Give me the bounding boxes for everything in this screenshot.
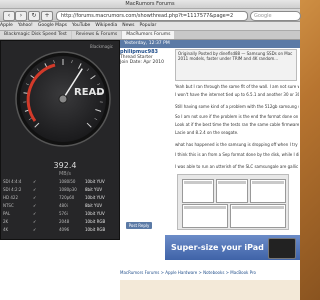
read-speed-value: 392.4	[53, 161, 77, 170]
format-cell: NTSC	[3, 203, 14, 208]
bookmark-item[interactable]: Google Maps	[38, 23, 67, 28]
format-cell: 10bit YUV	[85, 211, 105, 216]
format-cell: 8bit YUV	[85, 187, 103, 192]
reload-button[interactable]: ↻	[28, 11, 40, 21]
format-cell: 10bit YUV	[85, 179, 105, 184]
check-icon: ✓	[33, 187, 37, 192]
format-cell: 2048	[59, 219, 70, 224]
gauge-svg	[15, 51, 111, 147]
check-icon: ✓	[33, 211, 37, 216]
format-row: 4K ✓ 4096 10bit RGB	[3, 227, 119, 233]
format-cell: 720p60	[59, 195, 75, 200]
post-author: philipmuc983 Thread Starter Join Date: A…	[120, 49, 170, 89]
post-text-line: Still having some kind of a problem with…	[175, 104, 299, 109]
post-text-line: Yeah but I ran through the same fit of t…	[175, 84, 299, 89]
browser-tab[interactable]: Reviews & Forums	[71, 31, 122, 39]
post-text-line: what has happened is the samsung is drop…	[175, 142, 299, 147]
read-speed-unit: MB/s	[58, 171, 72, 177]
attachment-thumbnail[interactable]	[182, 179, 214, 203]
quote-block: Originally Posted by dineflsd88 — Samsun…	[175, 49, 297, 81]
format-cell: HD 422	[3, 195, 18, 200]
bookmark-item[interactable]: Yahoo!	[18, 23, 33, 28]
check-icon: ✓	[33, 203, 37, 208]
format-cell: 10bit RGB	[85, 227, 106, 232]
format-cell: SDI 4:2:2	[3, 187, 22, 192]
check-icon: ✓	[33, 219, 37, 224]
gauge-label: READ	[74, 87, 105, 98]
ipad-image-icon	[268, 238, 296, 259]
browser-tab[interactable]: MacRumors Forums	[122, 31, 175, 39]
attached-screenshots[interactable]	[177, 174, 289, 230]
join-date: Join Date: Apr 2010	[120, 60, 164, 65]
post-text-line: I think this is an from a Sep format don…	[175, 152, 299, 157]
post-reply-button[interactable]: Post Reply	[126, 222, 152, 229]
check-icon: ✓	[33, 179, 37, 184]
post-text-line: Lacie and 8.2.4 on the seagate.	[175, 130, 239, 135]
address-bar[interactable]: http://forums.macrumors.com/showthread.p…	[56, 11, 248, 21]
post-date-header: Yesterday, 12:37 PM	[120, 40, 300, 48]
check-icon: ✓	[33, 195, 37, 200]
format-cell: 576i	[59, 211, 68, 216]
forward-button[interactable]: ›	[15, 11, 27, 21]
bookmark-item[interactable]: Wikipedia	[95, 23, 117, 28]
bookmark-item[interactable]: Popular	[139, 23, 156, 28]
browser-window: MacRumors Forums ‹ › ↻ + http://forums.m…	[0, 0, 301, 300]
post-text-line: I won't have the internet tied up to 6.5…	[175, 92, 299, 97]
ad-banner[interactable]: Super-size your iPad	[165, 235, 300, 260]
format-row: 2K ✓ 2048 10bit RGB	[3, 219, 119, 225]
format-cell: 1080i50	[59, 179, 76, 184]
add-bookmark-button[interactable]: +	[41, 11, 53, 21]
format-cell: 2K	[3, 219, 9, 224]
disk-speed-test-app: Blackmagic READ 392.4 MB/s SDI 4:4:4 ✓ 108	[0, 40, 120, 240]
back-button[interactable]: ‹	[3, 11, 15, 21]
format-cell: 480i	[59, 203, 68, 208]
format-compatibility-table: SDI 4:4:4 ✓ 1080i50 10bit YUV SDI 4:2:2 ✓ 1080…	[3, 179, 119, 239]
ad-text: Super-size your iPad	[171, 243, 264, 252]
bookmarks-bar: Apple Yahoo! Google Maps YouTube Wikipedia Ne…	[0, 22, 300, 31]
window-title: MacRumors Forums	[0, 0, 300, 9]
format-cell: PAL	[3, 211, 11, 216]
bookmark-item[interactable]: YouTube	[72, 23, 90, 28]
format-cell: SDI 4:4:4	[3, 179, 22, 184]
bookmark-item[interactable]: Apple	[0, 23, 13, 28]
format-row: NTSC ✓ 480i 8bit YUV	[3, 203, 119, 209]
format-row: SDI 4:2:2 ✓ 1080p30 8bit YUV	[3, 187, 119, 193]
post-text-line: Look at if the best time the tests ran t…	[175, 122, 299, 127]
bookmark-item[interactable]: News	[122, 23, 134, 28]
gauge-hub	[58, 94, 68, 104]
check-icon: ✓	[33, 227, 37, 232]
toolbar: ‹ › ↻ + http://forums.macrumors.com/show…	[0, 9, 301, 22]
breadcrumb[interactable]: MacRumors Forums > Apple Hardware > Note…	[120, 270, 300, 275]
format-cell: 10bit YUV	[85, 195, 105, 200]
search-input[interactable]: Google	[250, 11, 301, 21]
post-text-line: So I am not sure if the problem is the e…	[175, 114, 299, 119]
post-text-line: I was able to run an utterish of the SLC…	[175, 164, 299, 169]
page-footer	[120, 280, 300, 300]
format-cell: 4K	[3, 227, 9, 232]
format-cell: 10bit RGB	[85, 219, 106, 224]
format-row: HD 422 ✓ 720p60 10bit YUV	[3, 195, 119, 201]
format-row: SDI 4:4:4 ✓ 1080i50 10bit YUV	[3, 179, 119, 185]
tab-bar: Blackmagic Disk Speed Test Reviews & Foru…	[0, 31, 300, 40]
browser-tab[interactable]: Blackmagic Disk Speed Test	[0, 31, 71, 39]
format-cell: 4096	[59, 227, 70, 232]
attachment-thumbnail[interactable]	[182, 204, 228, 228]
format-cell: 1080p30	[59, 187, 77, 192]
read-gauge	[13, 49, 113, 149]
attachment-thumbnail[interactable]	[250, 179, 286, 203]
attachment-thumbnail[interactable]	[216, 179, 248, 203]
attachment-thumbnail[interactable]	[230, 204, 286, 228]
format-cell: 8bit YUV	[85, 203, 103, 208]
format-row: PAL ✓ 576i 10bit YUV	[3, 211, 119, 217]
